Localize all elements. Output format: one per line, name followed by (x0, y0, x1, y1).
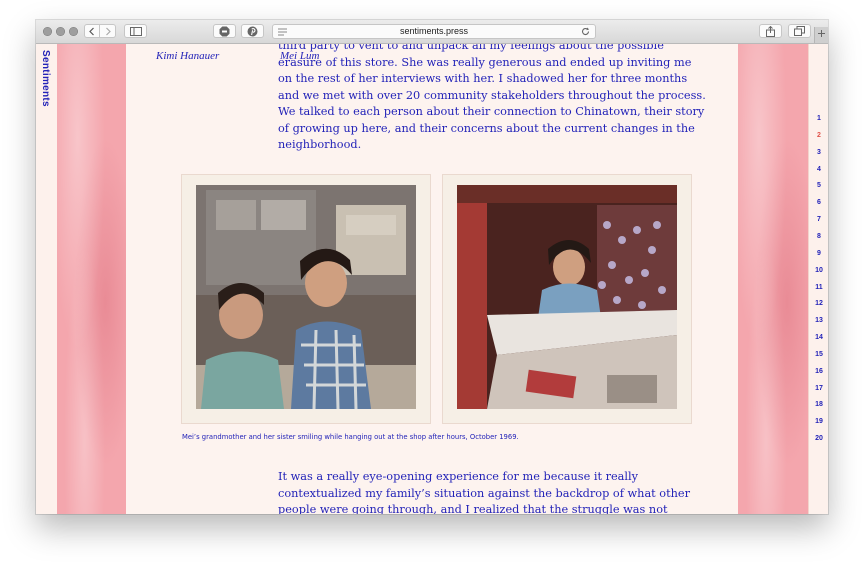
adblock-icon (219, 26, 230, 36)
page-link-18[interactable]: 18 (809, 401, 828, 408)
chevron-right-icon (105, 27, 111, 35)
pinterest-icon (247, 26, 258, 36)
page-navigation: 1 2 3 4 5 6 7 8 9 10 11 12 13 14 15 16 17 18 19 20 (808, 44, 828, 514)
browser-toolbar: sentiments.press (36, 20, 828, 44)
reload-icon[interactable] (581, 27, 590, 36)
photo-woman-at-counter (457, 185, 677, 409)
article-paragraph: It was a really eye-opening experience f… (278, 470, 691, 514)
page-link-11[interactable]: 11 (809, 284, 828, 291)
page-link-12[interactable]: 12 (809, 300, 828, 307)
background-photo-left (57, 44, 126, 514)
page-link-8[interactable]: 8 (809, 233, 828, 240)
tabs-overview-button[interactable] (788, 24, 811, 38)
site-sidebar: Sentiments (36, 44, 58, 514)
page-link-1[interactable]: 1 (809, 115, 828, 122)
page-link-19[interactable]: 19 (809, 418, 828, 425)
url-text: sentiments.press (399, 26, 469, 36)
browser-window: sentiments.press Sentiments Kimi Hanauer… (36, 20, 828, 514)
photo-caption: Mei’s grandmother and her sister smiling… (182, 433, 519, 441)
zoom-window-button[interactable] (69, 27, 78, 36)
forward-button[interactable] (100, 24, 116, 38)
back-button[interactable] (84, 24, 100, 38)
article-paragraph: third party to vent to and unpack all my… (278, 44, 706, 151)
page-link-2[interactable]: 2 (809, 132, 828, 139)
page-link-15[interactable]: 15 (809, 351, 828, 358)
sidebar-icon (129, 26, 142, 36)
page-link-20[interactable]: 20 (809, 435, 828, 442)
adblock-extension-button[interactable] (213, 24, 236, 38)
page-link-17[interactable]: 17 (809, 385, 828, 392)
background-photo-right (738, 44, 808, 514)
chevron-left-icon (89, 27, 94, 35)
plus-icon (818, 30, 825, 37)
sidebar-toggle-button[interactable] (124, 24, 147, 38)
author-name: Kimi Hanauer (156, 50, 220, 62)
page-link-3[interactable]: 3 (809, 149, 828, 156)
pinterest-extension-button[interactable] (241, 24, 264, 38)
tabs-icon (794, 26, 805, 36)
address-bar[interactable]: sentiments.press (272, 24, 596, 39)
page-link-4[interactable]: 4 (809, 166, 828, 173)
share-icon (766, 25, 775, 37)
page-link-13[interactable]: 13 (809, 317, 828, 324)
page-link-9[interactable]: 9 (809, 250, 828, 257)
page-link-16[interactable]: 16 (809, 368, 828, 375)
page-link-14[interactable]: 14 (809, 334, 828, 341)
page-link-7[interactable]: 7 (809, 216, 828, 223)
site-brand-link[interactable]: Sentiments (40, 50, 51, 107)
photo-grandmother-and-sister (196, 185, 416, 409)
article: Kimi Hanauer Mei Lum third party to vent… (126, 44, 738, 514)
close-window-button[interactable] (43, 27, 52, 36)
page-content: Sentiments Kimi Hanauer Mei Lum third pa… (36, 44, 828, 514)
new-tab-button[interactable] (814, 27, 828, 43)
page-link-5[interactable]: 5 (809, 182, 828, 189)
page-link-6[interactable]: 6 (809, 199, 828, 206)
photo-right (443, 175, 691, 423)
minimize-window-button[interactable] (56, 27, 65, 36)
share-button[interactable] (759, 24, 782, 38)
page-link-10[interactable]: 10 (809, 267, 828, 274)
photo-left (182, 175, 430, 423)
